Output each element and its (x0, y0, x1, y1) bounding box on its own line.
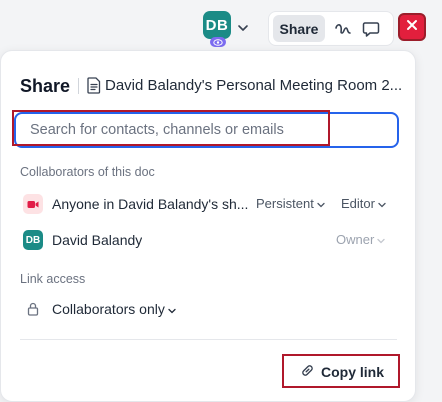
camera-icon (23, 194, 43, 214)
avatar: DB (23, 230, 43, 250)
user-avatar-menu[interactable]: DB (203, 11, 259, 47)
collaborator-row: DB David Balandy Owner (20, 228, 400, 252)
link-access-dropdown[interactable]: Collaborators only (52, 301, 177, 318)
avatar[interactable]: DB (203, 11, 231, 39)
link-icon (300, 363, 315, 381)
chevron-down-icon (376, 233, 386, 248)
role-value: Editor (341, 196, 375, 211)
footer-divider (20, 339, 397, 340)
collaborators-label: Collaborators of this doc (20, 165, 155, 179)
title-divider (78, 78, 79, 94)
dialog-title: Share (20, 76, 71, 96)
search-field[interactable] (14, 112, 399, 148)
eye-icon (210, 37, 226, 47)
chevron-down-icon (167, 302, 177, 318)
chevron-down-icon (377, 197, 387, 212)
document-name: David Balandy's Personal Meeting Room 2.… (105, 77, 403, 94)
share-dialog: Share David Balandy's Personal Meeting R… (0, 50, 416, 402)
link-access-value: Collaborators only (52, 301, 165, 317)
comment-icon[interactable] (361, 19, 381, 39)
copy-link-button[interactable]: Copy link (286, 357, 398, 387)
close-button[interactable] (398, 13, 426, 41)
squiggle-icon[interactable] (333, 19, 353, 39)
duration-dropdown[interactable]: Persistent (256, 196, 326, 212)
collaborator-name: Anyone in David Balandy's sh... (52, 196, 249, 212)
lock-icon (23, 299, 43, 319)
collaborator-row: Anyone in David Balandy's sh... Persiste… (20, 192, 400, 216)
chevron-down-icon (316, 197, 326, 212)
top-toolbar: DB Share (0, 0, 442, 50)
link-access-row: Collaborators only (20, 297, 400, 321)
document-icon (87, 77, 101, 99)
role-value: Owner (336, 232, 375, 247)
role-dropdown[interactable]: Editor (341, 196, 387, 212)
close-icon (406, 18, 418, 36)
search-input[interactable] (30, 114, 370, 146)
link-access-label: Link access (20, 272, 86, 286)
role-dropdown: Owner (336, 232, 386, 248)
duration-value: Persistent (256, 196, 314, 211)
share-button[interactable]: Share (273, 15, 325, 42)
window-edge (436, 0, 442, 402)
collaborator-name: David Balandy (52, 232, 143, 248)
copy-link-label: Copy link (320, 364, 384, 380)
chevron-down-icon[interactable] (237, 20, 249, 38)
toolbar-group: Share (268, 11, 394, 46)
